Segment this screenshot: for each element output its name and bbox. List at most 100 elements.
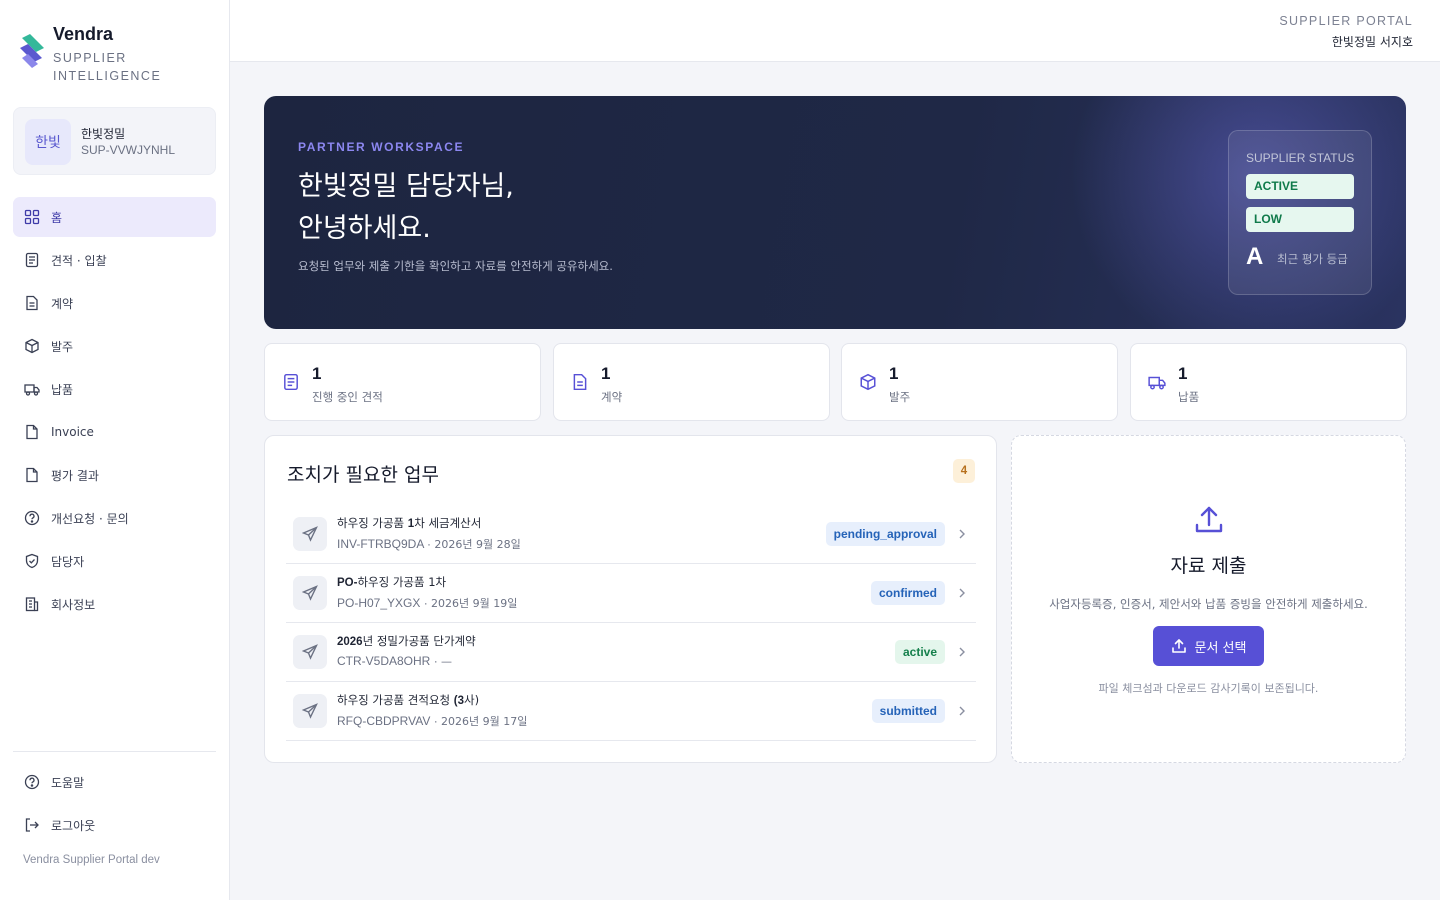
hero-title-line2: 안녕하세요. xyxy=(298,213,431,244)
organization-card[interactable]: 한빛 한빛정밀 SUP-VVWJYNHL xyxy=(13,107,216,175)
current-user[interactable]: 한빛정밀 서지호 xyxy=(1332,33,1413,50)
upload-icon xyxy=(1171,639,1186,653)
app-version: Vendra Supplier Portal dev xyxy=(23,854,160,866)
stat-card-rfq[interactable]: 1 진행 중인 견적 xyxy=(264,343,541,421)
document-icon xyxy=(26,295,38,311)
help-circle-icon xyxy=(24,774,40,790)
stat-card-delivery[interactable]: 1 납품 xyxy=(1130,343,1407,421)
building-icon xyxy=(25,597,39,612)
tasks-count-badge: 4 xyxy=(953,459,975,483)
help-circle-icon xyxy=(24,510,40,526)
status-badge: confirmed xyxy=(870,581,945,605)
task-row[interactable]: 하우징 가공품 견적요청 (3사) RFQ-CBDPRVAV · 2026년 9… xyxy=(286,682,976,741)
tasks-title: 조치가 필요한 업무 xyxy=(287,464,439,486)
upload-icon xyxy=(1195,506,1223,533)
select-document-button[interactable]: 문서 선택 xyxy=(1153,626,1264,666)
org-avatar: 한빛 xyxy=(25,119,71,165)
sidebar-item-delivery[interactable]: 납품 xyxy=(13,369,216,409)
task-meta: PO-H07_YXGX · 2026년 9월 19일 xyxy=(337,596,518,610)
action-required-tasks: 조치가 필요한 업무 4 하우징 가공품 1차 세금계산서 INV-FTRBQ9… xyxy=(264,435,997,763)
supplier-status-card: SUPPLIER STATUS ACTIVE LOW A 최근 평가 등급 xyxy=(1228,130,1372,295)
sidebar-item-contracts[interactable]: 계약 xyxy=(13,283,216,323)
status-badge: submitted xyxy=(871,699,945,723)
clipboard-icon xyxy=(25,252,39,268)
task-title: PO-하우징 가공품 1차 xyxy=(337,575,447,589)
org-code: SUP-VVWJYNHL xyxy=(81,143,176,157)
send-icon xyxy=(302,644,318,660)
portal-label: SUPPLIER PORTAL xyxy=(1279,14,1413,28)
brand-subtitle: SUPPLIER INTELLIGENCE xyxy=(53,51,162,83)
sidebar-item-label: 발주 xyxy=(51,339,74,354)
vendra-logo-icon xyxy=(20,34,44,68)
sidebar-item-orders[interactable]: 발주 xyxy=(13,326,216,366)
sidebar-item-label: 견적 · 입찰 xyxy=(51,253,107,268)
sidebar-item-label: 개선요청 · 문의 xyxy=(51,511,129,526)
upload-description: 사업자등록증, 인증서, 제안서와 납품 증빙을 안전하게 제출하세요. xyxy=(1049,597,1368,611)
task-icon xyxy=(293,635,327,669)
task-title: 하우징 가공품 견적요청 (3사) xyxy=(337,693,480,707)
task-icon xyxy=(293,694,327,728)
task-icon xyxy=(293,517,327,551)
stat-card-orders[interactable]: 1 발주 xyxy=(841,343,1118,421)
sidebar-item-label: 평가 결과 xyxy=(51,468,99,483)
sidebar-item-help[interactable]: 도움말 xyxy=(13,762,216,802)
sidebar-item-label: 도움말 xyxy=(51,775,85,790)
chevron-right-icon xyxy=(959,647,965,657)
sidebar-item-label: 계약 xyxy=(51,296,74,311)
stat-label: 납품 xyxy=(1178,390,1200,404)
status-badge: active xyxy=(894,640,945,664)
sidebar-item-label: 홈 xyxy=(51,210,63,225)
stat-value: 1 xyxy=(601,364,611,383)
task-row[interactable]: PO-하우징 가공품 1차 PO-H07_YXGX · 2026년 9월 19일… xyxy=(286,564,976,623)
task-icon xyxy=(293,576,327,610)
task-meta: RFQ-CBDPRVAV · 2026년 9월 17일 xyxy=(337,714,528,728)
sidebar-item-rfq[interactable]: 견적 · 입찰 xyxy=(13,240,216,280)
shield-icon xyxy=(25,553,39,569)
task-row[interactable]: 2026년 정밀가공품 단가계약 CTR-V5DA8OHR · — active xyxy=(286,623,976,682)
send-icon xyxy=(302,585,318,601)
status-badge-active: ACTIVE xyxy=(1246,174,1354,199)
send-icon xyxy=(302,703,318,719)
sidebar-item-company[interactable]: 회사정보 xyxy=(13,584,216,624)
stat-card-contracts[interactable]: 1 계약 xyxy=(553,343,830,421)
task-list: 하우징 가공품 1차 세금계산서 INV-FTRBQ9DA · 2026년 9월… xyxy=(286,505,976,741)
hero-title: 한빛정밀 담당자님, 안녕하세요. xyxy=(298,166,514,250)
upload-note: 파일 체크섬과 다운로드 감사기록이 보존됩니다. xyxy=(1098,682,1319,695)
sidebar-item-contacts[interactable]: 담당자 xyxy=(13,541,216,581)
file-icon xyxy=(26,424,38,440)
stat-label: 진행 중인 견적 xyxy=(312,390,383,404)
task-title: 2026년 정밀가공품 단가계약 xyxy=(337,634,476,648)
truck-icon xyxy=(24,384,40,396)
package-icon xyxy=(860,373,876,391)
sidebar-item-logout[interactable]: 로그아웃 xyxy=(13,805,216,845)
sidebar-item-invoice[interactable]: Invoice xyxy=(13,412,216,452)
task-row[interactable]: 하우징 가공품 1차 세금계산서 INV-FTRBQ9DA · 2026년 9월… xyxy=(286,505,976,564)
sidebar-item-label: Invoice xyxy=(51,425,94,439)
sidebar-item-home[interactable]: 홈 xyxy=(13,197,216,237)
task-meta: CTR-V5DA8OHR · — xyxy=(337,654,453,668)
truck-icon xyxy=(1148,376,1166,390)
stat-label: 계약 xyxy=(601,390,623,404)
risk-badge: LOW xyxy=(1246,207,1354,232)
stat-value: 1 xyxy=(312,364,322,383)
brand[interactable]: Vendra SUPPLIER INTELLIGENCE xyxy=(18,24,173,85)
sidebar-item-label: 회사정보 xyxy=(51,597,96,612)
status-title: SUPPLIER STATUS xyxy=(1246,151,1355,165)
brand-name: Vendra xyxy=(53,24,114,44)
select-document-label: 문서 선택 xyxy=(1194,640,1247,656)
welcome-hero: PARTNER WORKSPACE 한빛정밀 담당자님, 안녕하세요. 요청된 … xyxy=(264,96,1406,329)
sidebar-item-label: 납품 xyxy=(51,382,74,397)
sidebar-item-inquiry[interactable]: 개선요청 · 문의 xyxy=(13,498,216,538)
clipboard-icon xyxy=(284,373,298,391)
chevron-right-icon xyxy=(959,706,965,716)
grid-icon xyxy=(24,209,40,225)
upload-title: 자료 제출 xyxy=(1170,555,1247,577)
task-title: 하우징 가공품 1차 세금계산서 xyxy=(337,516,482,530)
sidebar-item-label: 로그아웃 xyxy=(51,818,96,833)
send-icon xyxy=(302,526,318,542)
package-icon xyxy=(25,338,39,354)
logout-icon xyxy=(25,818,39,832)
sidebar-item-evaluation[interactable]: 평가 결과 xyxy=(13,455,216,495)
document-upload-dropzone[interactable]: 자료 제출 사업자등록증, 인증서, 제안서와 납품 증빙을 안전하게 제출하세… xyxy=(1011,435,1406,763)
document-icon xyxy=(573,373,587,391)
